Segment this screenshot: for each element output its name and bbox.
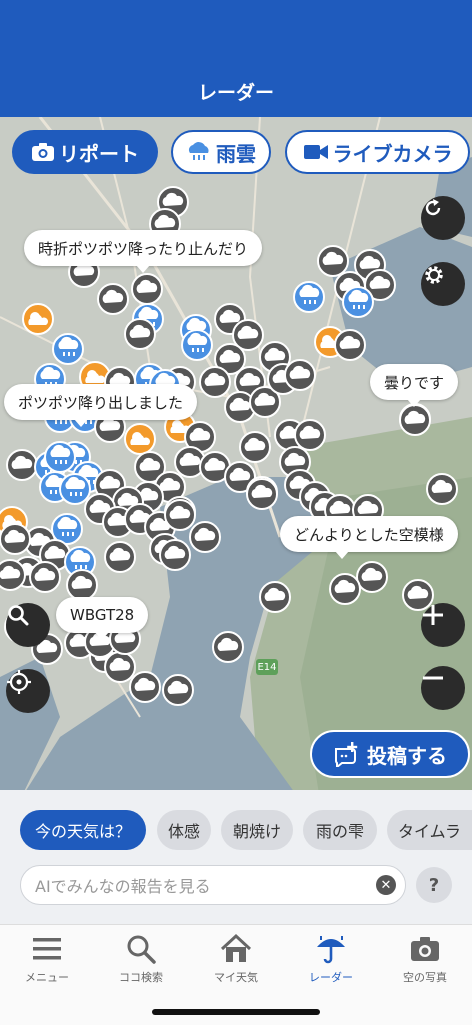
tab-sky-photos[interactable]: 空の写真 [378,925,472,995]
refresh-icon [425,199,441,216]
plus-icon [423,605,443,625]
locate-button[interactable] [6,669,50,713]
cloudy-report-marker[interactable] [329,573,361,605]
cloudy-report-marker[interactable] [0,559,26,591]
radar-map[interactable]: E14 時折ポツポツ降ったり止んだり ポツポツ降り出しました 曇りです どんより… [0,117,472,800]
camera-icon [31,142,55,162]
tab-menu[interactable]: メニュー [0,925,94,995]
cloudy-report-marker[interactable] [97,283,129,315]
ai-search-input[interactable] [33,866,377,906]
cloudy-report-marker[interactable] [356,561,388,593]
filter-report-label: リポート [59,141,139,166]
chip-sunrise-glow[interactable]: 朝焼け [221,810,293,850]
chip-current-weather[interactable]: 今の天気は？ [20,810,146,850]
cloudy-report-marker[interactable] [164,499,196,531]
cloudy-report-marker[interactable] [29,561,61,593]
crosshair-icon [7,670,31,694]
cloudy-report-marker[interactable] [131,273,163,305]
page-title: レーダー [197,82,274,104]
cloudy-report-marker[interactable] [6,449,38,481]
cloudy-report-marker[interactable] [159,539,191,571]
cloudy-report-marker[interactable] [426,473,458,505]
cloudy-report-marker[interactable] [104,541,136,573]
map-search-button[interactable] [6,603,50,647]
home-indicator [152,1009,320,1015]
help-button[interactable]: ? [416,867,452,903]
tab-radar[interactable]: レーダー [284,925,378,995]
refresh-button[interactable] [421,196,465,240]
cloudy-report-marker[interactable] [259,581,291,613]
cloudy-report-marker[interactable] [199,366,231,398]
camera-icon [411,937,439,961]
chip-feel[interactable]: 体感 [157,810,211,850]
cloudy-report-marker[interactable] [129,671,161,703]
rain-report-marker[interactable] [293,281,325,313]
cloudy-report-marker[interactable] [334,329,366,361]
rain-report-marker[interactable] [59,473,91,505]
rain-report-marker[interactable] [342,286,374,318]
video-camera-icon [303,142,329,162]
tab-label: マイ天気 [214,971,258,984]
gear-icon [425,266,443,284]
minus-icon [423,676,443,680]
filter-live-camera[interactable]: ライブカメラ [285,130,470,174]
search-icon [127,935,156,964]
app-header: レーダー [0,0,472,117]
cloudy-report-marker[interactable] [124,318,156,350]
tab-label: 空の写真 [403,971,447,984]
post-add-icon [333,741,361,767]
cloudy-report-marker[interactable] [212,631,244,663]
report-markers [0,186,458,706]
filter-live-camera-label: ライブカメラ [332,141,453,166]
rain-report-marker[interactable] [44,441,76,473]
cloudy-report-marker[interactable] [399,404,431,436]
report-callout[interactable]: 曇りです [370,364,459,407]
cloudy-report-marker[interactable] [189,521,221,553]
zoom-in-button[interactable] [421,603,465,647]
wbgt-callout[interactable]: WBGT28 [56,597,149,640]
post-button-label: 投稿する [367,743,447,768]
sunny-report-marker[interactable] [22,303,54,335]
report-callout[interactable]: 時折ポツポツ降ったり止んだり [24,230,263,273]
settings-button[interactable] [421,262,465,306]
umbrella-icon [317,936,345,964]
filter-report[interactable]: リポート [12,130,158,174]
tab-label: レーダー [309,971,353,984]
tab-location-search[interactable]: ココ検索 [94,925,188,995]
search-icon [8,605,29,626]
cloudy-report-marker[interactable] [317,245,349,277]
home-icon [220,933,252,962]
ai-search-field[interactable] [20,865,406,906]
report-callout[interactable]: ポツポツ降り出しました [4,384,198,427]
cloudy-report-marker[interactable] [66,569,98,601]
chip-raindrops[interactable]: 雨の雫 [303,810,377,850]
rain-cloud-icon [186,141,212,163]
rain-report-marker[interactable] [181,329,213,361]
filter-rain-cloud[interactable]: 雨雲 [171,130,271,174]
cloudy-report-marker[interactable] [0,523,31,555]
sunny-report-marker[interactable] [124,423,156,455]
report-callout[interactable]: どんよりとした空模様 [280,516,458,559]
tab-my-weather[interactable]: マイ天気 [189,925,283,995]
chip-timelapse[interactable]: タイムラ [387,810,472,850]
menu-icon [33,938,61,960]
cloudy-report-marker[interactable] [294,419,326,451]
filter-rain-cloud-label: 雨雲 [216,141,256,166]
cloudy-report-marker[interactable] [246,478,278,510]
cloudy-report-marker[interactable] [284,359,316,391]
tab-label: ココ検索 [119,971,163,984]
cloudy-report-marker[interactable] [239,431,271,463]
clear-icon[interactable]: ✕ [376,875,396,895]
zoom-out-button[interactable] [421,666,465,710]
post-button[interactable]: 投稿する [310,730,470,778]
cloudy-report-marker[interactable] [104,651,136,683]
tab-label: メニュー [25,971,69,984]
cloudy-report-marker[interactable] [162,674,194,706]
rain-report-marker[interactable] [52,333,84,365]
